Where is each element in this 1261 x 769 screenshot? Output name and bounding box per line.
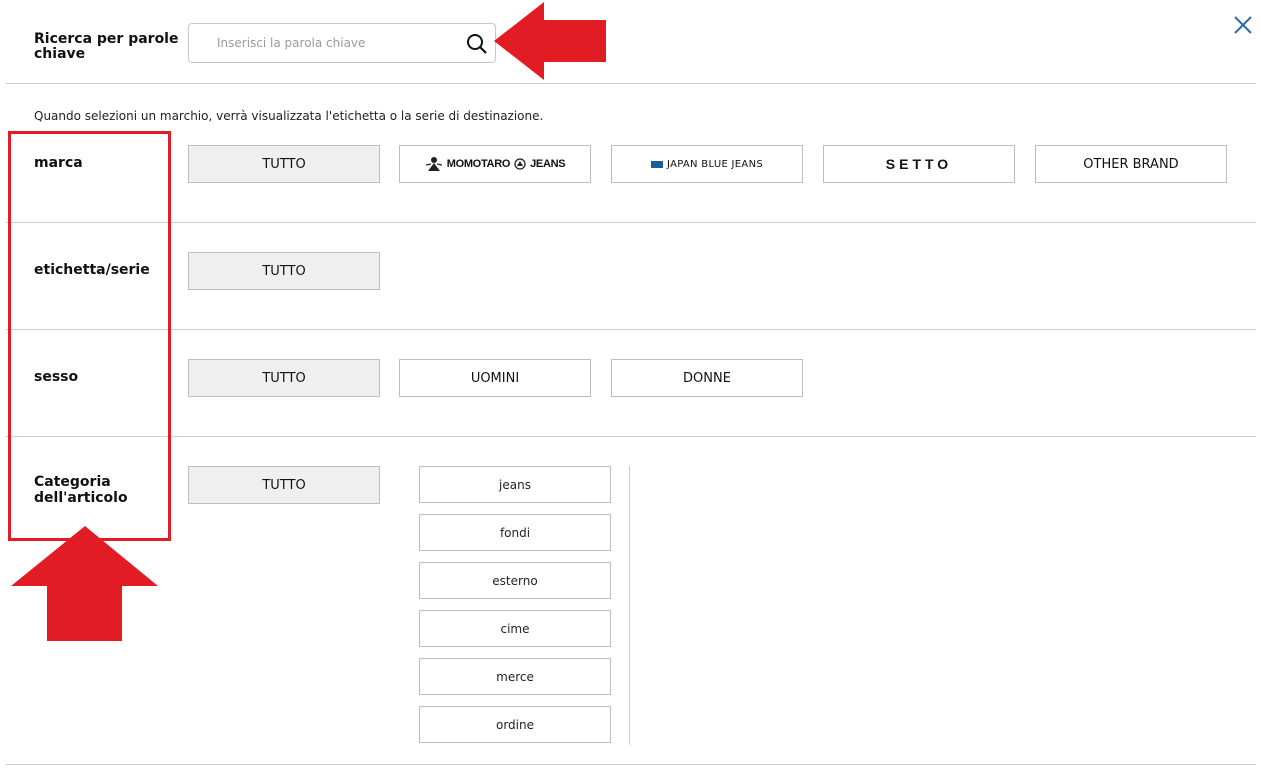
search-label: Ricerca per parole chiave [34,31,179,62]
brand-option-all[interactable]: TUTTO [188,145,380,183]
divider [6,764,1256,765]
brand-option-momotaro[interactable]: MOMOTARO JEANS [399,145,591,183]
gender-option-all[interactable]: TUTTO [188,359,380,397]
brand-option-japan-blue[interactable]: JAPAN BLUE JEANS [611,145,803,183]
momotaro-jeans-logo: MOMOTARO JEANS [425,156,566,172]
divider [6,436,1256,437]
search-box [188,23,496,63]
gender-option-women[interactable]: DONNE [611,359,803,397]
category-item-cime[interactable]: cime [419,610,611,647]
category-item-fondi[interactable]: fondi [419,514,611,551]
label-series-label: etichetta/serie [34,262,150,278]
category-column-divider [629,466,630,745]
category-item-jeans[interactable]: jeans [419,466,611,503]
brand-option-setto[interactable]: SETTO [823,145,1015,183]
gender-option-men[interactable]: UOMINI [399,359,591,397]
category-item-ordine[interactable]: ordine [419,706,611,743]
setto-logo: SETTO [885,156,953,172]
divider [6,329,1256,330]
category-item-esterno[interactable]: esterno [419,562,611,599]
category-label: Categoria dell'articolo [34,474,128,506]
category-item-merce[interactable]: merce [419,658,611,695]
peach-emblem-icon [514,158,526,170]
category-option-all[interactable]: TUTTO [188,466,380,504]
annotation-arrow-up-icon [11,526,158,641]
japan-blue-jeans-logo: JAPAN BLUE JEANS [651,159,763,170]
brand-option-other[interactable]: OTHER BRAND [1035,145,1227,183]
close-button[interactable] [1230,12,1256,38]
momotaro-figure-icon [425,157,442,171]
divider [6,83,1256,84]
search-input[interactable] [189,24,459,62]
label-series-option-all[interactable]: TUTTO [188,252,380,290]
annotation-arrow-left-icon [494,2,606,80]
divider [6,222,1256,223]
search-icon[interactable] [465,32,489,56]
brand-label: marca [34,155,83,171]
japan-blue-flag-icon [651,160,663,168]
gender-label: sesso [34,369,79,385]
brand-selection-note: Quando selezioni un marchio, verrà visua… [34,109,544,123]
close-icon [1234,16,1252,34]
